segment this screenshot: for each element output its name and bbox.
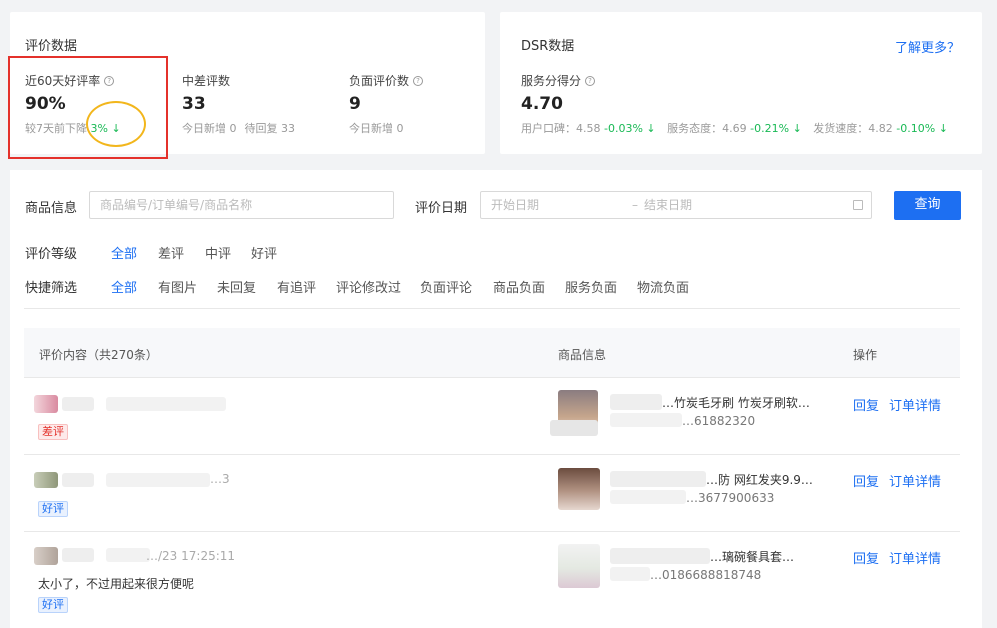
product-id: …61882320	[682, 414, 756, 428]
redacted-time	[106, 473, 210, 487]
calendar-icon	[853, 200, 863, 210]
service-score-value: 4.70	[521, 94, 563, 114]
level-all[interactable]: 全部	[111, 243, 137, 262]
col-action: 操作	[853, 348, 878, 362]
avatar	[34, 547, 58, 565]
level-label: 评价等级	[25, 247, 78, 262]
range-separator: –	[632, 198, 638, 212]
quick-has-image[interactable]: 有图片	[158, 277, 197, 296]
evaluation-title: 评价数据	[25, 39, 78, 54]
redacted-time	[106, 548, 150, 562]
negative-label-text: 负面评价数	[349, 74, 410, 88]
redacted-block	[610, 471, 706, 487]
learn-more-link[interactable]: 了解更多？	[895, 37, 960, 56]
quick-modified[interactable]: 评论修改过	[336, 277, 401, 296]
eval-date-label: 评价日期	[415, 201, 468, 216]
end-date-placeholder: 结束日期	[644, 198, 693, 212]
order-detail-link[interactable]: 订单详情	[889, 471, 941, 490]
service-score-label-text: 服务分得分	[521, 74, 582, 88]
negative-label: 负面评价数 ?	[349, 72, 424, 89]
dsr-breakdown: 用户口碑：4.58 -0.03% ↓ 服务态度：4.69 -0.21% ↓ 发货…	[521, 120, 948, 136]
col-product: 商品信息	[558, 348, 607, 362]
product-title: …璃碗餐具套…	[710, 550, 795, 564]
quick-all[interactable]: 全部	[111, 277, 137, 296]
attitude-score: 服务态度：4.69	[667, 122, 747, 135]
product-title: …防 网红发夹9.9…	[706, 473, 813, 487]
reply-link[interactable]: 回复	[853, 395, 879, 414]
quick-followup[interactable]: 有追评	[277, 277, 316, 296]
order-detail-link[interactable]: 订单详情	[889, 548, 941, 567]
quick-negative-comment[interactable]: 负面评论	[420, 277, 472, 296]
shipping-score: 发货速度：4.82	[813, 122, 893, 135]
highlight-box-annotation	[8, 56, 168, 159]
product-info-label: 商品信息	[25, 201, 78, 216]
redacted-block	[550, 420, 598, 436]
redacted-block	[610, 413, 682, 427]
row-divider	[24, 531, 960, 532]
table-header: 评价内容（共270条） 商品信息 操作	[24, 328, 960, 378]
shipping-delta: -0.10%	[896, 122, 936, 135]
rating-tag: 差评	[38, 424, 68, 440]
rating-tag: 好评	[38, 597, 68, 613]
word-of-mouth-score: 用户口碑：4.58	[521, 122, 601, 135]
quick-filter-label: 快捷筛选	[25, 281, 78, 296]
review-time-partial: …3	[210, 472, 230, 486]
negative-today-new: 今日新增 0	[349, 122, 404, 135]
query-button[interactable]: 查询	[894, 191, 961, 220]
quick-service-negative[interactable]: 服务负面	[565, 277, 617, 296]
arrow-down-icon: ↓	[792, 122, 802, 135]
help-icon[interactable]: ?	[413, 75, 424, 86]
quick-logistics-negative[interactable]: 物流负面	[637, 277, 689, 296]
mid-bad-value: 33	[182, 94, 206, 114]
filter-divider	[24, 308, 960, 309]
attitude-delta: -0.21%	[750, 122, 790, 135]
row-divider	[24, 454, 960, 455]
start-date-placeholder: 开始日期	[491, 198, 540, 212]
dsr-title: DSR数据	[521, 39, 575, 54]
mid-bad-pending: 待回复 33	[244, 122, 296, 135]
level-mid[interactable]: 中评	[205, 243, 231, 262]
redacted-time	[106, 397, 226, 411]
redacted-block	[610, 567, 650, 581]
reply-link[interactable]: 回复	[853, 548, 879, 567]
product-id: …3677900633	[686, 491, 775, 505]
mid-bad-sub: 今日新增 0 待回复 33	[182, 120, 295, 136]
col-content: 评价内容（共270条）	[39, 348, 158, 362]
date-range-picker[interactable]: 开始日期 – 结束日期	[480, 191, 872, 219]
product-title: …竹炭毛牙刷 竹炭牙刷软…	[662, 396, 810, 410]
quick-product-negative[interactable]: 商品负面	[493, 277, 545, 296]
dsr-data-card: DSR数据 了解更多？ 服务分得分 ? 4.70 用户口碑：4.58 -0.03…	[500, 12, 982, 154]
product-id: …0186688818748	[650, 568, 762, 582]
row-divider	[24, 377, 960, 378]
redacted-username	[62, 473, 94, 487]
product-thumbnail	[558, 468, 600, 510]
rating-tag: 好评	[38, 501, 68, 517]
mid-bad-today-new: 今日新增 0	[182, 122, 237, 135]
highlight-oval-annotation	[86, 101, 146, 147]
level-good[interactable]: 好评	[251, 243, 277, 262]
redacted-username	[62, 397, 94, 411]
reply-link[interactable]: 回复	[853, 471, 879, 490]
negative-value: 9	[349, 94, 361, 114]
quick-unreplied[interactable]: 未回复	[217, 277, 256, 296]
redacted-block	[610, 394, 662, 410]
service-score-label: 服务分得分 ?	[521, 72, 596, 89]
review-list-panel: 商品信息 商品编号/订单编号/商品名称 评价日期 开始日期 – 结束日期 查询 …	[10, 170, 982, 628]
help-icon[interactable]: ?	[585, 75, 596, 86]
product-search-input[interactable]: 商品编号/订单编号/商品名称	[89, 191, 394, 219]
redacted-block	[610, 548, 710, 564]
order-detail-link[interactable]: 订单详情	[889, 395, 941, 414]
review-content: 太小了，不过用起来很方便呢	[38, 577, 195, 591]
word-of-mouth-delta: -0.03%	[604, 122, 643, 135]
arrow-down-icon: ↓	[646, 122, 656, 135]
level-bad[interactable]: 差评	[158, 243, 184, 262]
avatar	[34, 472, 58, 488]
arrow-down-icon: ↓	[938, 122, 948, 135]
redacted-username	[62, 548, 94, 562]
mid-bad-label: 中差评数	[182, 74, 231, 88]
product-thumbnail	[558, 544, 600, 588]
review-time: …/23 17:25:11	[146, 549, 236, 563]
redacted-block	[610, 490, 686, 504]
avatar	[34, 395, 58, 413]
